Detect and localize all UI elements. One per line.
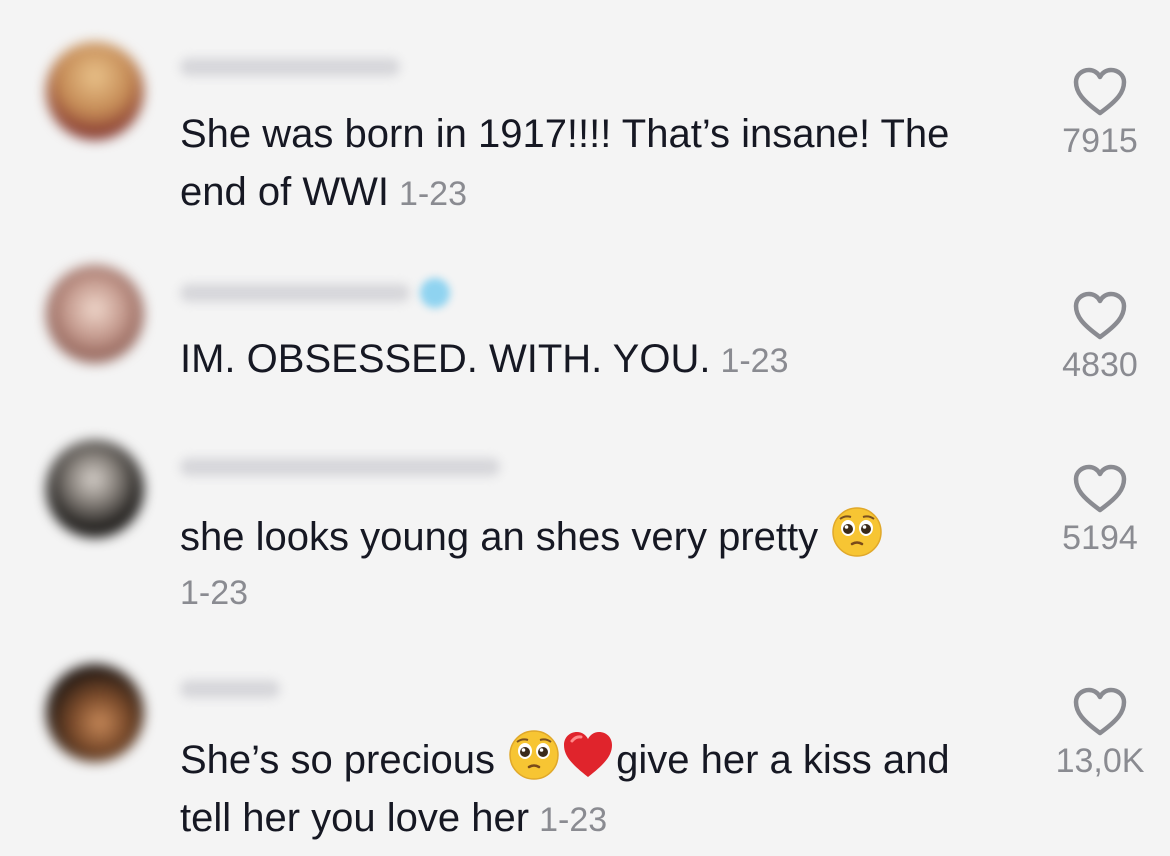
comment-text: She’s so precious give her a kiss and te… <box>180 729 1010 849</box>
like-button[interactable]: 5194 <box>1040 463 1160 558</box>
comment-text: she looks young an shes very pretty 1-23 <box>180 506 1010 620</box>
heart-outline-icon <box>1073 464 1127 513</box>
like-count: 13,0K <box>1055 742 1145 780</box>
comment-date: 1-23 <box>180 574 249 612</box>
comment-date: 1-23 <box>539 801 608 839</box>
red-heart-emoji-icon <box>564 732 613 777</box>
comment-body: She was born in 1917!!!! That’s insane! … <box>180 112 950 214</box>
username[interactable]: charlie_your_loser <box>180 458 500 476</box>
username[interactable]: rickjoggerr <box>180 58 400 76</box>
like-button[interactable]: 7915 <box>1040 66 1160 161</box>
avatar[interactable] <box>46 664 144 762</box>
comment-body-start: She’s so precious <box>180 738 495 782</box>
heart-outline-icon <box>1073 291 1127 340</box>
like-count: 7915 <box>1062 122 1138 160</box>
avatar[interactable] <box>46 42 144 140</box>
comment-text: She was born in 1917!!!! That’s insane! … <box>180 105 1010 223</box>
pleading-face-emoji-icon <box>832 507 882 557</box>
username[interactable]: christiebrenems <box>180 284 410 302</box>
comment-date: 1-23 <box>398 175 468 213</box>
comment-date: 1-23 <box>720 342 789 380</box>
comment-body: she looks young an shes very pretty <box>180 515 819 559</box>
username[interactable]: so2ffe <box>180 680 280 698</box>
like-button[interactable]: 4830 <box>1040 290 1160 385</box>
avatar[interactable] <box>46 440 144 538</box>
like-button[interactable]: 13,0K <box>1040 686 1160 781</box>
pleading-face-emoji-icon <box>509 730 559 780</box>
like-count: 4830 <box>1062 346 1138 384</box>
heart-outline-icon <box>1073 67 1127 116</box>
avatar[interactable] <box>46 265 144 363</box>
heart-outline-icon <box>1073 687 1127 736</box>
comment-body: IM. OBSESSED. WITH. YOU. <box>180 337 711 381</box>
comment-text: IM. OBSESSED. WITH. YOU. 1-23 <box>180 330 1010 390</box>
verified-badge-icon <box>420 278 450 308</box>
like-count: 5194 <box>1062 519 1138 557</box>
